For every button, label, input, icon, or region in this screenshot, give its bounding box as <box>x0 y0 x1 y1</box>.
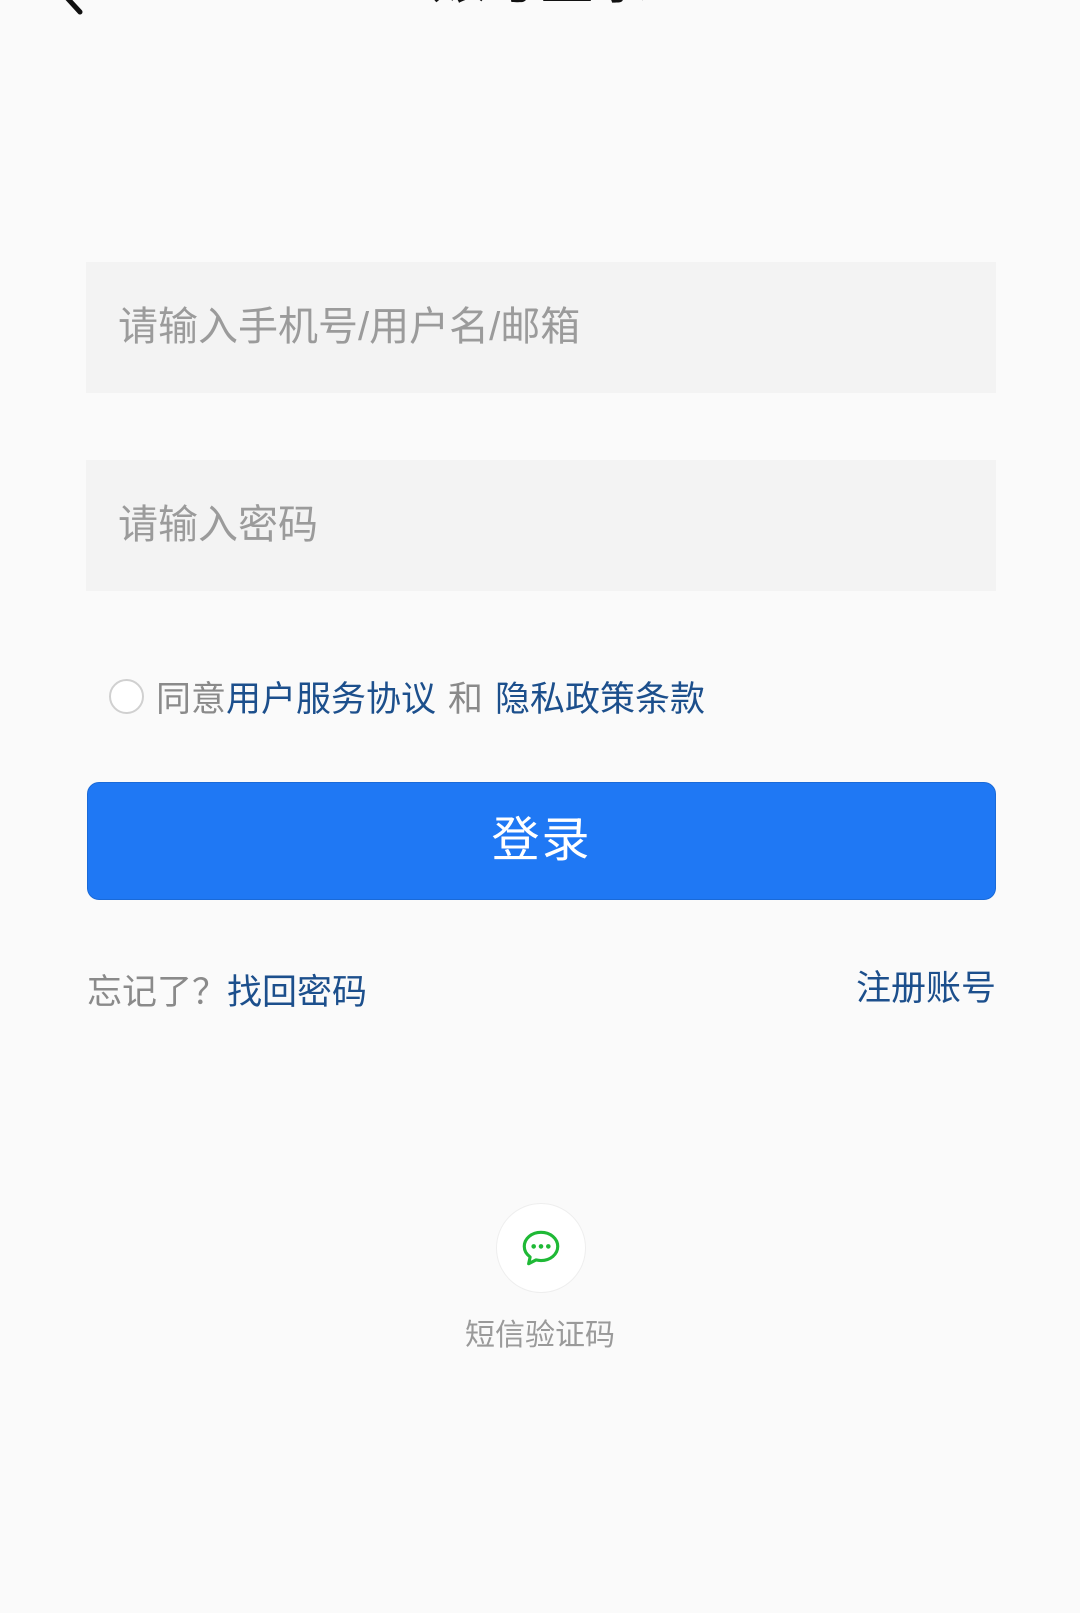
register-link[interactable]: 注册账号 <box>856 966 996 1012</box>
page-title: 账号登录 <box>0 0 1080 10</box>
forgot-prefix: 忘记了？ <box>87 973 228 1012</box>
terms-link[interactable]: 用户服务协议 <box>226 671 436 722</box>
agreement-row: 同意 用户服务协议和隐私政策条款 <box>109 672 705 720</box>
login-screen: 账号登录 同意用户服务协议和隐私政策条款 登录 忘记了？找回密码 注册账号 短信… <box>0 0 1080 1613</box>
sms-login-button[interactable] <box>496 1203 586 1293</box>
login-button[interactable]: 登录 <box>87 782 996 900</box>
sms-login-label: 短信验证码 <box>465 1319 615 1352</box>
privacy-link[interactable]: 隐私政策条款 <box>495 671 705 722</box>
agreement-radio[interactable] <box>109 678 144 714</box>
agreement-prefix: 同意 <box>156 679 227 719</box>
recover-password-link[interactable]: 找回密码 <box>227 973 367 1012</box>
agreement-conjunction: 和 <box>448 679 484 719</box>
forgot-password-row: 忘记了？找回密码 <box>87 970 367 1016</box>
chat-bubble-icon <box>522 1230 560 1266</box>
account-input[interactable] <box>86 262 996 393</box>
password-input[interactable] <box>86 460 996 591</box>
